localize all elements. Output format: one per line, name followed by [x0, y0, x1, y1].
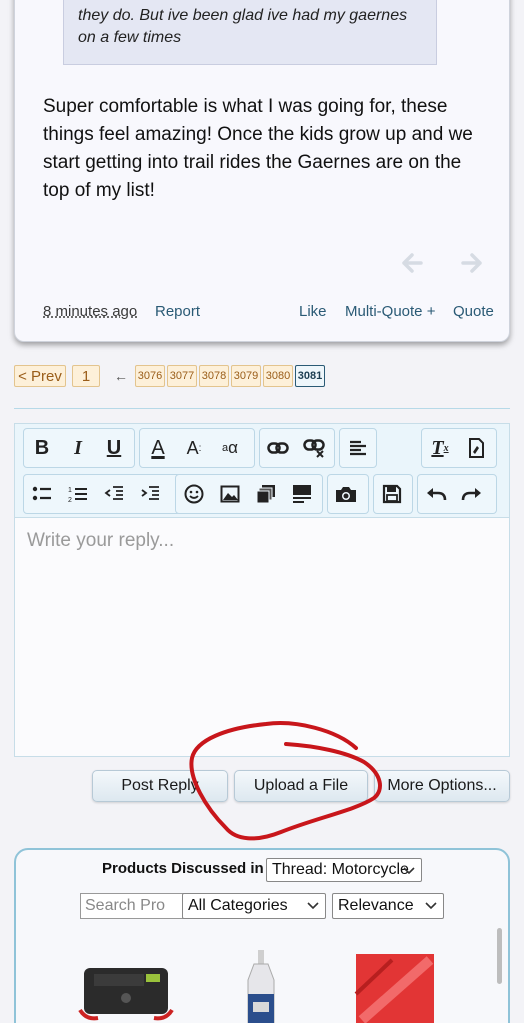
- toolbar-group-draft: [373, 474, 413, 514]
- font-family-icon[interactable]: aα: [212, 429, 248, 467]
- like-link[interactable]: Like: [299, 303, 327, 320]
- reply-textarea[interactable]: Write your reply...: [27, 530, 174, 552]
- sort-select-value: Relevance: [338, 897, 414, 914]
- page-1-link[interactable]: 1: [72, 365, 100, 387]
- products-title: Products Discussed in: [102, 860, 264, 877]
- toolbar-group-history: [417, 474, 497, 514]
- prev-page-button[interactable]: < Prev: [14, 365, 66, 387]
- undo-icon[interactable]: [418, 475, 454, 513]
- toolbar-group-align: [339, 428, 377, 468]
- italic-icon[interactable]: I: [60, 429, 96, 467]
- more-options-button[interactable]: More Options...: [374, 770, 510, 802]
- category-select[interactable]: All Categories: [182, 893, 326, 919]
- toolbar-group-link: [259, 428, 335, 468]
- page-jump-arrow[interactable]: ←: [112, 365, 130, 387]
- camera-icon[interactable]: [328, 475, 364, 513]
- previous-post-arrow-icon[interactable]: [401, 253, 423, 273]
- chevron-down-icon: [307, 902, 319, 910]
- category-select-value: All Categories: [188, 897, 288, 914]
- product-search-input[interactable]: Search Pro: [80, 893, 192, 919]
- thread-select-value: Thread: Motorcycle: [272, 861, 409, 878]
- editor-toolbar: B I U A A: aα T x 1 2: [15, 424, 509, 518]
- page-link[interactable]: 3078: [199, 365, 229, 387]
- reply-editor: B I U A A: aα T x 1 2 Write your reply..…: [14, 423, 510, 757]
- bullet-list-icon[interactable]: [24, 475, 60, 513]
- toolbar-group-camera: [327, 474, 369, 514]
- thread-select[interactable]: Thread: Motorcycle: [266, 858, 422, 882]
- smiley-icon[interactable]: [176, 475, 212, 513]
- unlink-icon[interactable]: [296, 429, 332, 467]
- page-link[interactable]: 3080: [263, 365, 293, 387]
- link-icon[interactable]: [260, 429, 296, 467]
- remove-format-icon[interactable]: Tx: [422, 429, 458, 467]
- underline-icon[interactable]: U: [96, 429, 132, 467]
- products-widget: Products Discussed in Thread: Motorcycle…: [14, 848, 510, 1023]
- report-link[interactable]: Report: [155, 303, 200, 320]
- page-link[interactable]: 3076: [135, 365, 165, 387]
- toggle-bbcode-icon[interactable]: [458, 429, 494, 467]
- jump-starter-product-image[interactable]: [76, 960, 176, 1023]
- redo-icon[interactable]: [454, 475, 490, 513]
- page-link[interactable]: 3077: [167, 365, 197, 387]
- chevron-down-icon: [403, 867, 415, 875]
- outdent-icon[interactable]: [96, 475, 132, 513]
- text-color-icon[interactable]: A: [140, 429, 176, 467]
- quote-block: they do. But ive been glad ive had my ga…: [63, 0, 437, 65]
- image-icon[interactable]: [212, 475, 248, 513]
- post-nav: [401, 253, 483, 273]
- toolbar-group-misc: Tx: [421, 428, 497, 468]
- pagination: < Prev 1 ← 3076 3077 3078 3079 3080 3081: [14, 365, 327, 387]
- toolbar-group-lists: 12: [23, 474, 181, 514]
- save-draft-icon[interactable]: [374, 475, 410, 513]
- svg-text:2: 2: [68, 497, 72, 503]
- toolbar-group-style: B I U: [23, 428, 135, 468]
- sort-select[interactable]: Relevance: [332, 893, 444, 919]
- post-card: they do. But ive been glad ive had my ga…: [14, 0, 510, 342]
- toolbar-group-font: A A: aα: [139, 428, 255, 468]
- media-icon[interactable]: [248, 475, 284, 513]
- indent-icon[interactable]: [132, 475, 168, 513]
- current-page: 3081: [295, 365, 325, 387]
- page-link[interactable]: 3079: [231, 365, 261, 387]
- numbered-list-icon[interactable]: 12: [60, 475, 96, 513]
- post-body: Super comfortable is what I was going fo…: [43, 96, 473, 201]
- upload-file-button[interactable]: Upload a File: [234, 770, 368, 802]
- grip-tape-product-image[interactable]: [352, 954, 438, 1023]
- post-timestamp[interactable]: 8 minutes ago: [43, 303, 137, 320]
- post-reply-button[interactable]: Post Reply: [92, 770, 228, 802]
- page: they do. But ive been glad ive had my ga…: [0, 0, 524, 1023]
- font-size-icon[interactable]: A:: [176, 429, 212, 467]
- oil-bottle-product-image[interactable]: [244, 950, 278, 1023]
- products-scrollbar[interactable]: [497, 928, 502, 984]
- align-icon[interactable]: [340, 429, 376, 467]
- quote-block-icon[interactable]: [284, 475, 320, 513]
- svg-text:1: 1: [68, 487, 72, 494]
- chevron-down-icon: [425, 902, 437, 910]
- divider: [14, 408, 510, 409]
- quote-link[interactable]: Quote: [453, 303, 494, 320]
- multi-quote-link[interactable]: Multi-Quote +: [345, 303, 435, 320]
- toolbar-group-insert: [175, 474, 323, 514]
- next-post-arrow-icon[interactable]: [461, 253, 483, 273]
- bold-icon[interactable]: B: [24, 429, 60, 467]
